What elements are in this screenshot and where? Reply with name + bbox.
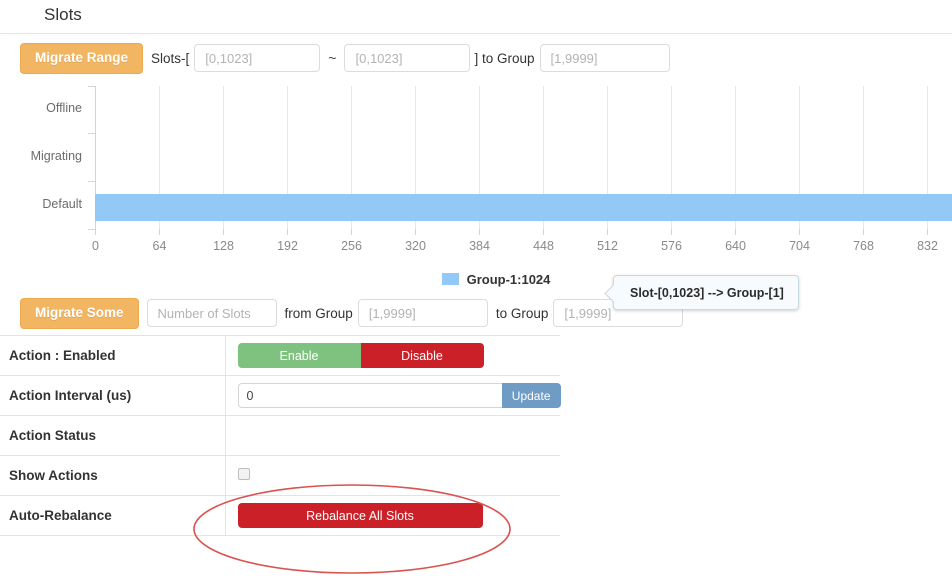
page-title: Slots: [44, 5, 82, 24]
header-divider: [0, 33, 952, 34]
row-label-auto-rebalance: Auto-Rebalance: [0, 495, 225, 536]
from-group-label: from Group: [284, 305, 353, 321]
legend-color-swatch: [441, 273, 459, 285]
row-value-action-interval: Update: [224, 375, 561, 416]
chart-x-tick-label: 64: [153, 239, 167, 253]
migrate-some-to-group-label: to Group: [495, 305, 549, 321]
migrate-range-button[interactable]: Migrate Range: [20, 42, 144, 74]
chart-y-label-migrating: Migrating: [31, 149, 82, 163]
chart-bar-group-1: [95, 194, 952, 221]
migrate-some-row: Migrate Some from Group to Group: [0, 291, 952, 335]
chart-y-label-offline: Offline: [46, 101, 82, 115]
row-value-auto-rebalance: Rebalance All Slots: [224, 495, 560, 536]
chart-y-labels: Offline Migrating Default: [31, 101, 83, 211]
migrate-some-from-group-input[interactable]: [357, 299, 488, 327]
chart-x-labels: 0 64 128 192 256 320 384 448 512 576 640 704 768 832: [92, 239, 938, 253]
row-value-action-status: [224, 415, 560, 456]
chart-y-axis: [88, 86, 96, 230]
slots-range-label: Slots-[: [151, 50, 190, 66]
chart-x-tick-label: 640: [725, 239, 746, 253]
rebalance-all-slots-button[interactable]: Rebalance All Slots: [237, 503, 483, 528]
row-label-action-interval: Action Interval (us): [0, 375, 225, 416]
slots-distribution-chart: Offline Migrating Default 0 64 128 192 256 32…: [0, 83, 952, 310]
slots-range-to-input[interactable]: [344, 44, 471, 72]
disable-button[interactable]: Disable: [360, 343, 484, 368]
legend-label: Group-1:1024: [466, 271, 551, 287]
chart-x-tick-label: 128: [213, 239, 234, 253]
row-label-action-status: Action Status: [0, 415, 225, 456]
show-actions-checkbox[interactable]: [237, 468, 250, 480]
enable-button[interactable]: Enable: [237, 343, 361, 368]
table-row-action-interval: Action Interval (us) Update: [0, 375, 561, 416]
chart-svg: Offline Migrating Default 0 64 128 192 256 32…: [31, 86, 952, 253]
range-tilde-label: ~: [328, 50, 337, 66]
table-row-show-actions: Show Actions: [0, 455, 560, 496]
chart-tooltip-text: Slot-[0,1023] --> Group-[1]: [630, 285, 784, 300]
number-of-slots-input[interactable]: [146, 299, 277, 327]
chart-x-tick-label: 320: [405, 239, 426, 253]
row-label-action-enabled: Action : Enabled: [0, 335, 225, 376]
page-header: Slots: [0, 0, 952, 30]
action-interval-input-group: Update: [237, 383, 561, 408]
chart-x-tick-label: 768: [853, 239, 874, 253]
chart-y-label-default: Default: [42, 197, 82, 211]
action-interval-input[interactable]: [237, 383, 502, 408]
action-settings-table: Action : Enabled Enable Disable Action I…: [0, 335, 561, 536]
action-toggle-group: Enable Disable: [237, 343, 484, 368]
slots-range-from-input[interactable]: [194, 44, 321, 72]
migrate-some-button[interactable]: Migrate Some: [20, 297, 139, 329]
row-value-action-enabled: Enable Disable: [224, 335, 560, 376]
to-group-label: ] to Group: [474, 50, 535, 66]
chart-tooltip: Slot-[0,1023] --> Group-[1]: [613, 275, 799, 310]
chart-x-tick-label: 832: [917, 239, 938, 253]
chart-x-tick-label: 256: [341, 239, 362, 253]
chart-x-tick-label: 576: [661, 239, 682, 253]
table-row-action-status: Action Status: [0, 415, 560, 456]
chart-legend: Group-1:1024: [40, 267, 952, 291]
chart-x-tick-label: 704: [789, 239, 810, 253]
update-button[interactable]: Update: [501, 383, 561, 408]
chart-x-tick-label: 448: [533, 239, 554, 253]
chart-x-ticks: [95, 229, 928, 235]
migrate-range-group-input[interactable]: [539, 44, 670, 72]
migrate-range-row: Migrate Range Slots-[ ~ ] to Group: [0, 37, 952, 79]
table-row-action-enabled: Action : Enabled Enable Disable: [0, 335, 560, 376]
chart-x-tick-label: 0: [92, 239, 99, 253]
chart-x-tick-label: 512: [597, 239, 618, 253]
chart-x-tick-label: 192: [277, 239, 298, 253]
row-label-show-actions: Show Actions: [0, 455, 225, 496]
row-value-show-actions: [224, 455, 560, 496]
table-row-auto-rebalance: Auto-Rebalance Rebalance All Slots: [0, 495, 560, 536]
chart-x-tick-label: 384: [469, 239, 490, 253]
